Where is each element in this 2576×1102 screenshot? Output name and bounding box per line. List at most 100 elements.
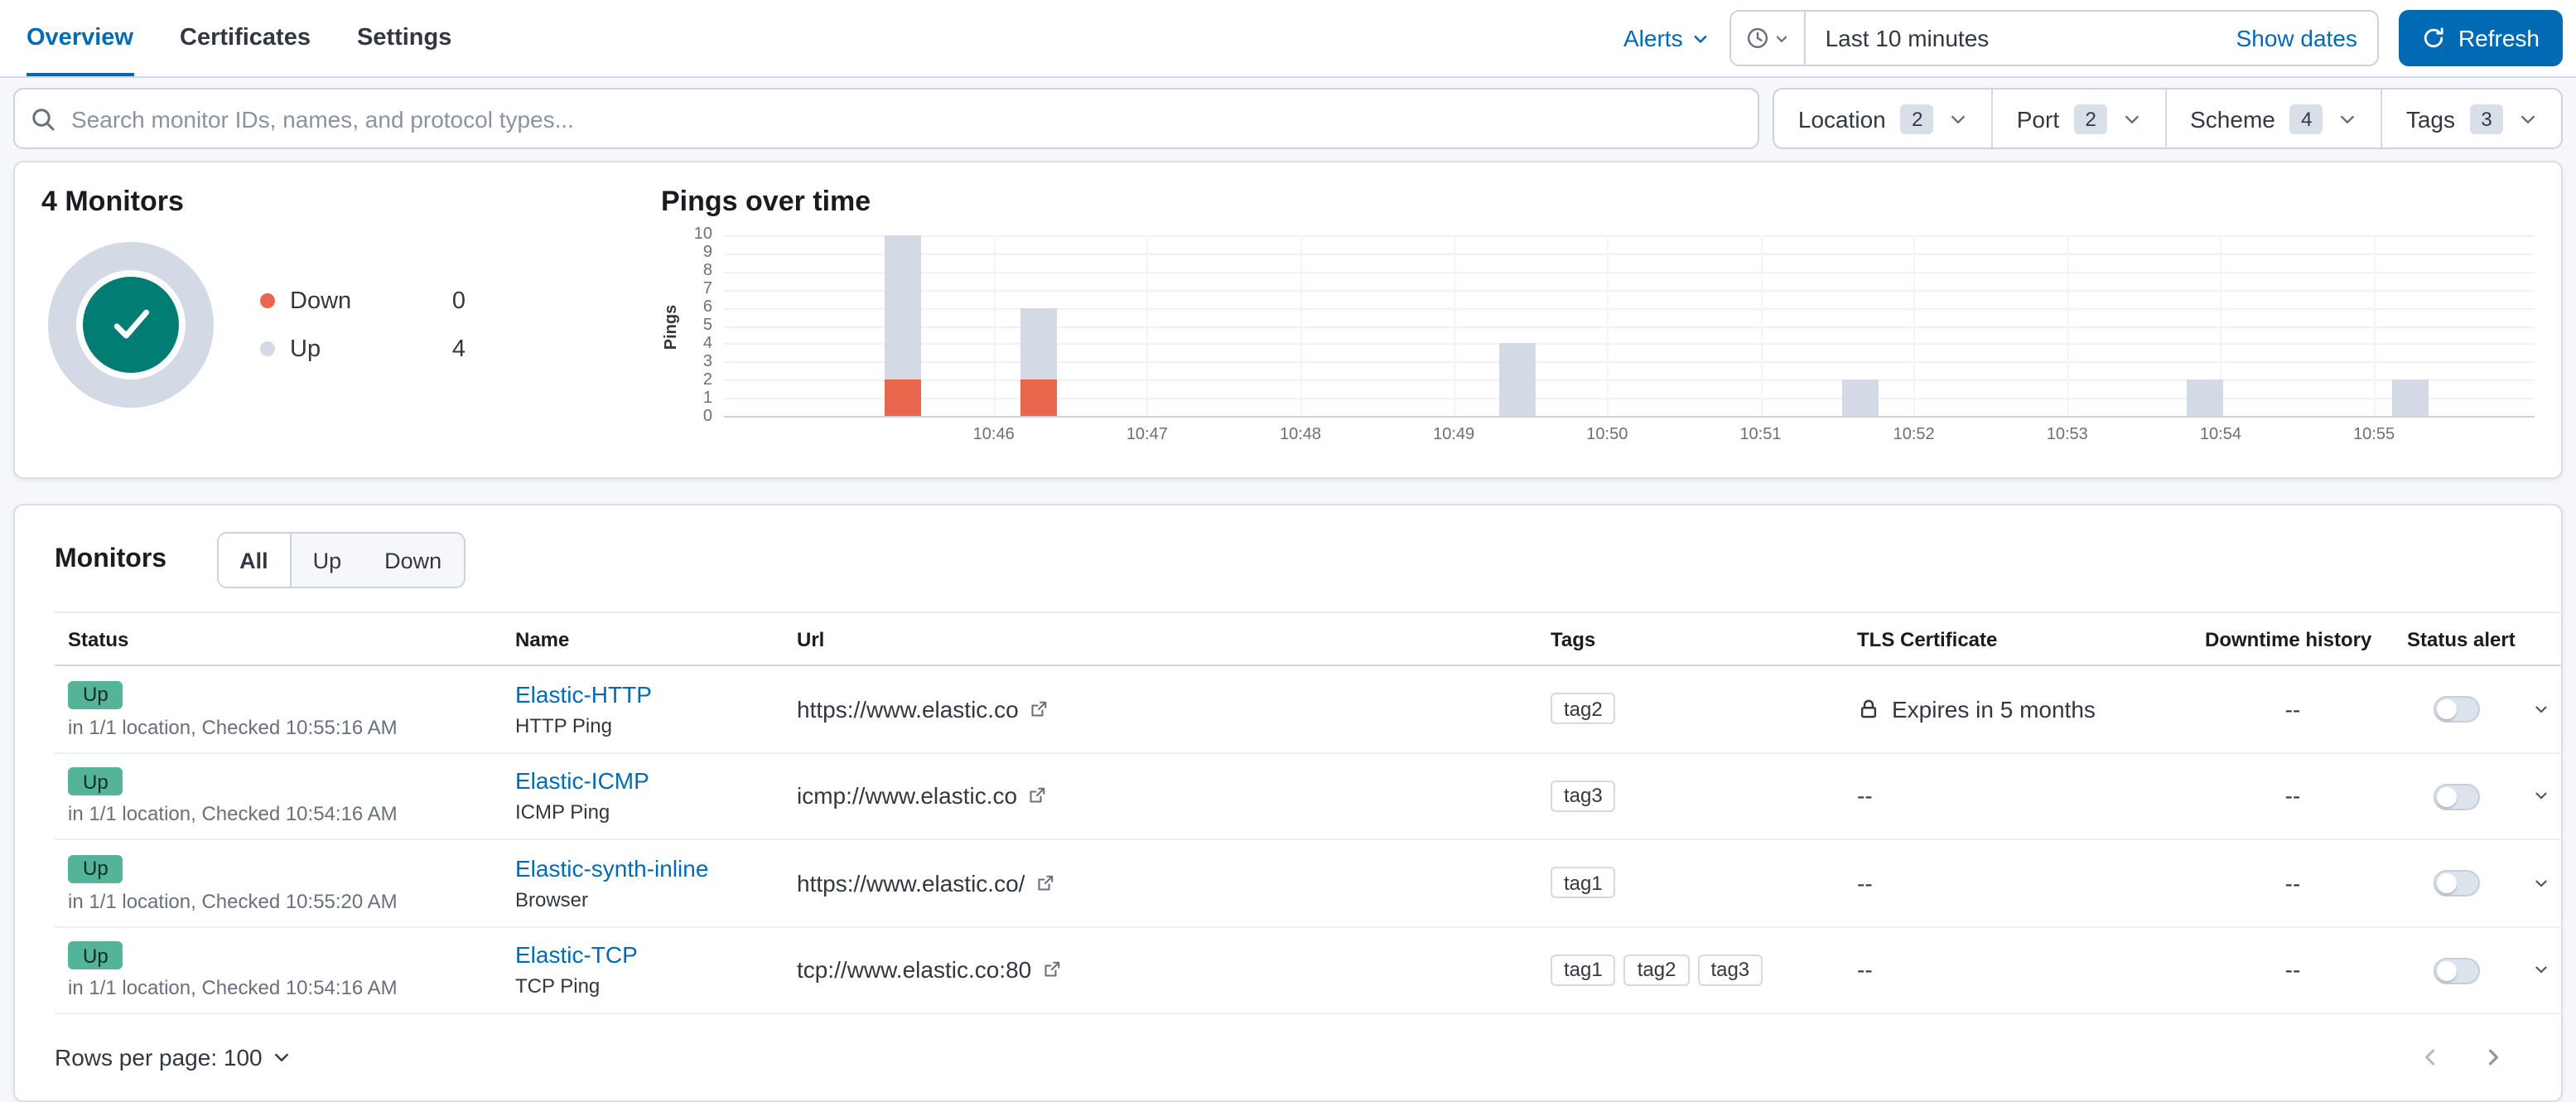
donut-hole (76, 270, 186, 379)
location-filter-dropdown[interactable]: Location 2 (1775, 89, 1992, 147)
y-axis-tick-label: 7 (702, 280, 712, 298)
next-page-button[interactable] (2482, 1046, 2505, 1069)
expand-cell (2520, 839, 2563, 927)
expand-row-button[interactable] (2533, 783, 2549, 810)
tls-certificate: Expires in 5 months (1857, 696, 2178, 723)
down-bar-segment (885, 379, 922, 416)
monitor-status-filter-group: All Up Down (216, 532, 466, 588)
y-axis-tick-label: 0 (702, 408, 712, 426)
tab-overview[interactable]: Overview (27, 0, 133, 76)
column-header-name: Name (502, 611, 784, 666)
expand-cell (2520, 926, 2563, 1014)
table-row: Up in 1/1 location, Checked 10:54:16 AM El… (55, 926, 2563, 1014)
tags-filter-count-badge: 3 (2470, 104, 2503, 133)
tag-badge: tag1 (1551, 954, 1616, 986)
external-link-icon (1035, 873, 1054, 893)
monitor-name-link[interactable]: Elastic-HTTP (515, 681, 770, 708)
monitor-name-link[interactable]: Elastic-synth-inline (515, 855, 770, 882)
show-dates-link[interactable]: Show dates (2217, 25, 2377, 51)
monitor-name-link[interactable]: Elastic-ICMP (515, 768, 770, 795)
quick-select-time-button[interactable] (1730, 12, 1806, 65)
port-filter-dropdown[interactable]: Port 2 (1991, 89, 2165, 147)
search-input[interactable] (13, 88, 1760, 149)
port-filter-label: Port (2016, 105, 2060, 132)
refresh-button[interactable]: Refresh (2398, 10, 2563, 66)
rows-per-page-selector[interactable]: Rows per page: 100 (55, 1044, 292, 1071)
horizontal-gridline (724, 379, 2535, 382)
monitor-url-link[interactable]: icmp://www.elastic.co (797, 783, 1524, 810)
tags-filter-dropdown[interactable]: Tags 3 (2381, 89, 2561, 147)
tab-settings[interactable]: Settings (357, 0, 451, 76)
filter-down-button[interactable]: Down (363, 534, 463, 587)
date-time-picker: Last 10 minutes Show dates (1729, 10, 2379, 66)
vertical-gridline (1300, 235, 1302, 416)
status-alert-toggle[interactable] (2434, 696, 2480, 723)
monitor-type: ICMP Ping (515, 800, 610, 824)
alerts-dropdown[interactable]: Alerts (1623, 25, 1710, 51)
monitors-title: Monitors (55, 545, 167, 573)
location-filter-label: Location (1797, 105, 1886, 132)
time-range-value[interactable]: Last 10 minutes (1806, 25, 2217, 51)
tags-cell: tag1 tag2 tag3 (1537, 926, 1844, 1014)
search-icon (30, 105, 56, 132)
filter-dropdown-group: Location 2 Port 2 Scheme 4 Tags 3 (1773, 88, 2563, 149)
monitor-status-donut (48, 242, 214, 408)
horizontal-gridline (724, 253, 2535, 255)
downtime-cell: -- (2192, 926, 2394, 1014)
column-header-status: Status (55, 611, 502, 666)
scheme-filter-label: Scheme (2190, 105, 2275, 132)
vertical-gridline (1760, 235, 1763, 416)
y-axis-tick-label: 5 (702, 317, 712, 335)
tag-badge: tag2 (1623, 954, 1690, 986)
name-cell: Elastic-TCP TCP Ping (502, 926, 784, 1014)
tags-cell: tag3 (1537, 752, 1844, 840)
up-bar-segment (2187, 379, 2224, 416)
status-alert-toggle[interactable] (2434, 957, 2480, 984)
status-alert-toggle[interactable] (2434, 870, 2480, 897)
tag-badge: tag2 (1551, 693, 1616, 725)
status-cell: Up in 1/1 location, Checked 10:54:16 AM (55, 926, 502, 1014)
monitor-url-link[interactable]: https://www.elastic.co (797, 696, 1524, 723)
status-detail: in 1/1 location, Checked 10:54:16 AM (68, 802, 398, 825)
previous-page-button[interactable] (2419, 1046, 2442, 1069)
monitor-url-link[interactable]: https://www.elastic.co/ (797, 870, 1524, 897)
url-cell: tcp://www.elastic.co:80 (784, 926, 1537, 1014)
status-badge: Up (68, 941, 123, 969)
x-axis-tick-label: 10:49 (1433, 426, 1475, 444)
monitors-table: Status Name Url Tags TLS Certificate Dow… (55, 611, 2563, 1014)
monitors-table-body: Up in 1/1 location, Checked 10:55:16 AM El… (55, 665, 2563, 1014)
up-legend-label: Up (290, 336, 321, 362)
status-alert-toggle[interactable] (2434, 783, 2480, 810)
alerts-label: Alerts (1623, 25, 1683, 51)
status-cell: Up in 1/1 location, Checked 10:55:16 AM (55, 665, 502, 753)
refresh-icon (2422, 27, 2445, 50)
tls-empty-value: -- (1857, 782, 1873, 810)
topbar-controls: Alerts Last 10 minutes Show dates Refres… (1623, 10, 2563, 66)
expand-cell (2520, 752, 2563, 840)
legend-row-up: Up 4 (260, 336, 466, 362)
filter-all-button[interactable]: All (218, 534, 292, 587)
top-navigation-bar: Overview Certificates Settings Alerts La… (0, 0, 2576, 78)
monitor-name-link[interactable]: Elastic-TCP (515, 942, 770, 969)
clock-icon (1746, 27, 1769, 50)
pings-bar (2391, 379, 2429, 416)
chevron-down-icon (273, 1047, 292, 1067)
vertical-gridline (1146, 235, 1149, 416)
chevron-down-icon (2518, 109, 2538, 128)
expand-row-button[interactable] (2533, 696, 2549, 723)
expand-row-button[interactable] (2533, 870, 2549, 897)
filter-up-button[interactable]: Up (292, 534, 364, 587)
pings-chart-section: Pings over time Pings 0 1 2 3 4 5 6 7 8 9 10 10:46… (641, 186, 2535, 464)
tab-certificates[interactable]: Certificates (180, 0, 311, 76)
scheme-filter-count-badge: 4 (2289, 104, 2323, 133)
up-bar-segment (2391, 379, 2429, 416)
external-link-icon (1027, 786, 1047, 806)
scheme-filter-dropdown[interactable]: Scheme 4 (2165, 89, 2381, 147)
status-detail: in 1/1 location, Checked 10:55:16 AM (68, 715, 398, 738)
monitor-url-link[interactable]: tcp://www.elastic.co:80 (797, 957, 1524, 984)
up-count: 4 (451, 336, 466, 362)
expand-row-button[interactable] (2533, 957, 2549, 984)
monitor-type: Browser (515, 887, 589, 911)
port-filter-count-badge: 2 (2074, 104, 2108, 133)
uptime-app: Overview Certificates Settings Alerts La… (0, 0, 2576, 1102)
